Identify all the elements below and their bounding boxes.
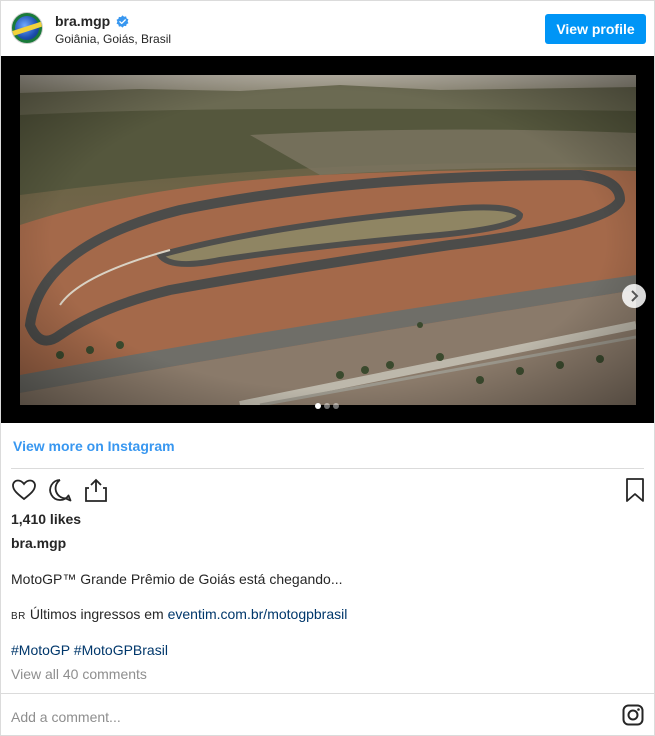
avatar[interactable] xyxy=(11,12,43,44)
divider xyxy=(11,468,644,469)
caption-line-2-text: Últimos ingressos em xyxy=(29,606,168,622)
caption-hashtags: #MotoGP #MotoGPBrasil xyxy=(11,642,168,658)
racetrack-aerial-photo xyxy=(20,75,636,405)
username[interactable]: bra.mgp xyxy=(55,13,110,29)
caption-username[interactable]: bra.mgp xyxy=(11,535,66,551)
hashtag-motogp[interactable]: #MotoGP xyxy=(11,642,70,658)
heart-icon[interactable] xyxy=(11,477,37,503)
username-row: bra.mgp xyxy=(55,13,129,29)
comment-icon[interactable] xyxy=(47,477,73,503)
view-profile-button[interactable]: View profile xyxy=(545,14,646,44)
brazil-flag-emoji: BR xyxy=(11,611,26,622)
instagram-embed: bra.mgp Goiânia, Goiás, Brasil View prof… xyxy=(0,0,655,736)
caption-line-1: MotoGP™ Grande Prêmio de Goiás está cheg… xyxy=(11,571,343,587)
view-more-on-instagram-link[interactable]: View more on Instagram xyxy=(13,438,175,454)
view-all-comments-link[interactable]: View all 40 comments xyxy=(11,666,147,682)
add-comment-input[interactable]: Add a comment... xyxy=(11,709,121,725)
verified-badge-icon xyxy=(116,14,129,28)
instagram-logo-icon[interactable] xyxy=(622,704,644,726)
divider xyxy=(1,693,654,694)
likes-count[interactable]: 1,410 likes xyxy=(11,511,81,527)
carousel-dot xyxy=(333,403,339,409)
share-icon[interactable] xyxy=(83,477,109,503)
hashtag-motogpbrasil[interactable]: #MotoGPBrasil xyxy=(74,642,168,658)
bookmark-icon[interactable] xyxy=(622,477,648,503)
chevron-right-icon xyxy=(631,290,639,302)
carousel-dot-active xyxy=(315,403,321,409)
carousel-dots xyxy=(315,403,339,409)
carousel-next-button[interactable] xyxy=(622,284,646,308)
eventim-link[interactable]: eventim.com.br/motogpbrasil xyxy=(168,606,348,622)
post-header: bra.mgp Goiânia, Goiás, Brasil View prof… xyxy=(1,1,654,56)
carousel-dot xyxy=(324,403,330,409)
post-media[interactable] xyxy=(1,56,654,423)
location-label[interactable]: Goiânia, Goiás, Brasil xyxy=(55,32,171,46)
caption-line-2: BR Últimos ingressos em eventim.com.br/mo… xyxy=(11,606,347,622)
